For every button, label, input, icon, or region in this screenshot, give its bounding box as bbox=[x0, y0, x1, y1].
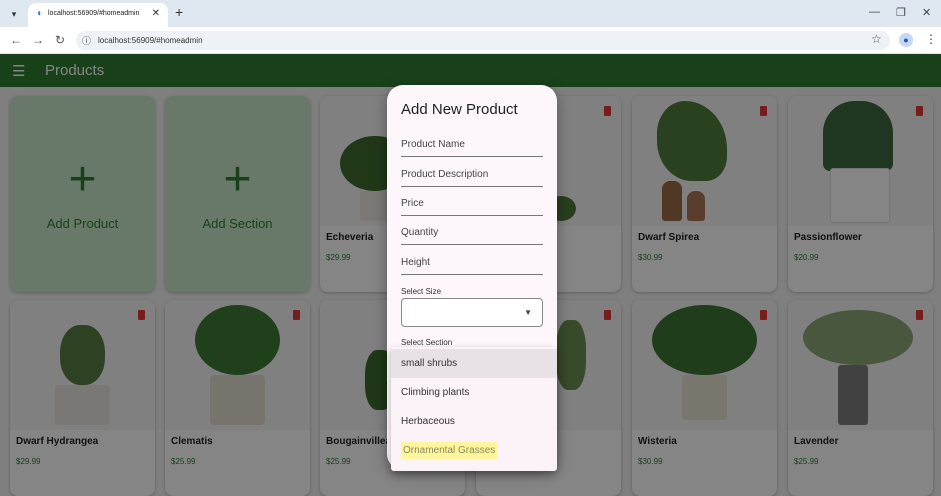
minimize-icon[interactable]: — bbox=[869, 6, 880, 18]
new-tab-icon[interactable]: + bbox=[175, 4, 183, 20]
select-size-label: Select Size bbox=[401, 287, 442, 296]
select-size-dropdown[interactable]: ▼ bbox=[401, 298, 543, 327]
browser-tab-strip: ▾ ◖ localhost:56909/#homeadmin ✕ + — ❐ ✕ bbox=[0, 0, 941, 27]
browser-tab[interactable]: ◖ localhost:56909/#homeadmin ✕ bbox=[28, 3, 168, 27]
section-option[interactable]: Herbaceous bbox=[391, 407, 557, 436]
profile-avatar-icon[interactable]: ● bbox=[899, 33, 913, 47]
section-option[interactable]: small shrubs bbox=[391, 349, 557, 378]
site-info-icon[interactable]: ⓘ bbox=[82, 34, 91, 47]
product-name-field[interactable]: Product Name bbox=[401, 135, 543, 157]
bookmark-star-icon[interactable]: ☆ bbox=[871, 32, 882, 46]
back-icon[interactable]: ← bbox=[10, 33, 22, 47]
restore-icon[interactable]: ❐ bbox=[896, 6, 906, 19]
address-bar-row: ← → ↻ ⓘ localhost:56909/#homeadmin ☆ ● ⋮ bbox=[0, 27, 941, 54]
dropdown-arrow-icon: ▼ bbox=[524, 308, 532, 317]
product-description-field[interactable]: Product Description bbox=[401, 165, 543, 187]
url-text: localhost:56909/#homeadmin bbox=[98, 36, 203, 45]
tab-search-icon[interactable]: ▾ bbox=[6, 6, 22, 22]
favicon-icon: ◖ bbox=[36, 8, 43, 19]
section-dropdown-menu: small shrubs Climbing plants Herbaceous … bbox=[391, 347, 557, 471]
tab-title: localhost:56909/#homeadmin bbox=[48, 10, 140, 17]
reload-icon[interactable]: ↻ bbox=[55, 33, 65, 47]
field-label: Quantity bbox=[401, 227, 439, 238]
quantity-field[interactable]: Quantity bbox=[401, 223, 543, 245]
field-label: Price bbox=[401, 198, 424, 209]
option-label: Climbing plants bbox=[401, 387, 470, 398]
dialog-title: Add New Product bbox=[401, 101, 518, 118]
browser-menu-icon[interactable]: ⋮ bbox=[925, 32, 937, 46]
price-field[interactable]: Price bbox=[401, 194, 543, 216]
close-tab-icon[interactable]: ✕ bbox=[152, 8, 160, 19]
close-window-icon[interactable]: ✕ bbox=[922, 6, 931, 19]
address-bar[interactable]: ⓘ localhost:56909/#homeadmin bbox=[76, 31, 890, 50]
modal-scrim-top[interactable] bbox=[0, 54, 941, 87]
option-label: Herbaceous bbox=[401, 416, 455, 427]
field-label: Product Description bbox=[401, 169, 489, 180]
section-option[interactable]: Climbing plants bbox=[391, 378, 557, 407]
field-label: Height bbox=[401, 257, 430, 268]
option-label: Ornamental Grasses bbox=[401, 442, 498, 459]
section-option-highlighted[interactable]: Ornamental Grasses bbox=[391, 436, 557, 465]
height-field[interactable]: Height bbox=[401, 253, 543, 275]
select-section-label: Select Section bbox=[401, 338, 453, 347]
forward-icon[interactable]: → bbox=[32, 33, 44, 47]
field-label: Product Name bbox=[401, 139, 465, 150]
option-label: small shrubs bbox=[401, 358, 458, 369]
